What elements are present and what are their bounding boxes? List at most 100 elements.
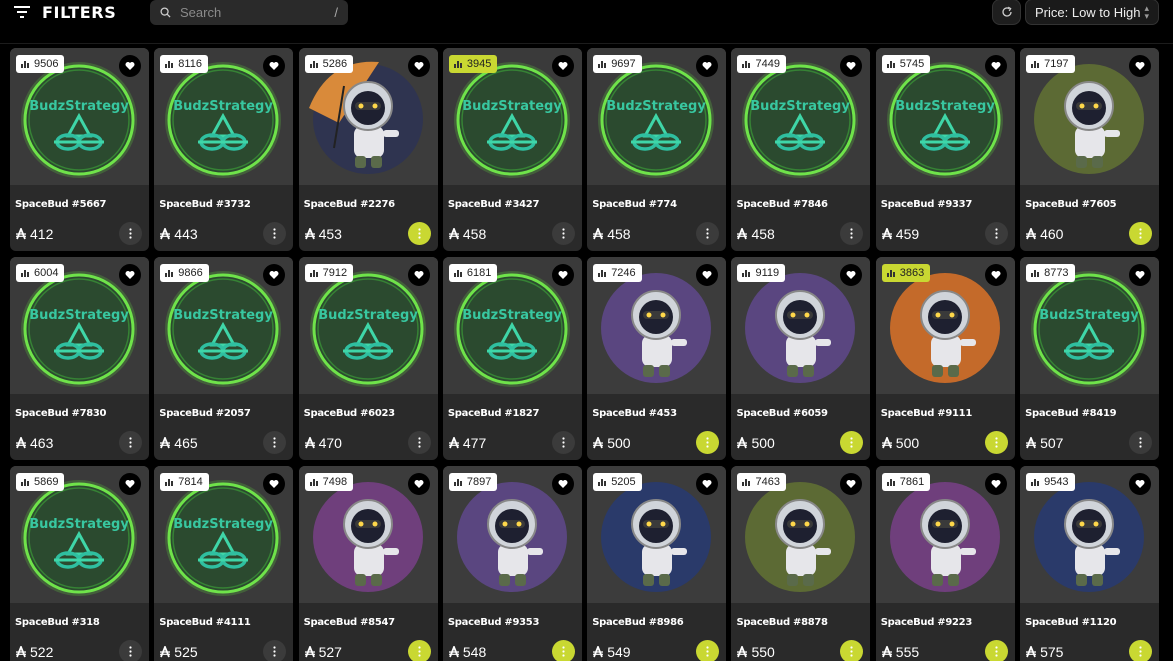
- more-vertical-icon: [706, 437, 709, 448]
- nft-card[interactable]: BudzStrategy 9866 SpaceBud #2057 465: [154, 257, 294, 460]
- nft-card[interactable]: 5286 SpaceBud #2276 453: [298, 48, 438, 251]
- nft-price-value: 477: [462, 435, 487, 451]
- nft-card[interactable]: 7197 SpaceBud #7605 460: [1020, 48, 1160, 251]
- nft-price-value: 527: [318, 644, 342, 660]
- more-options-button[interactable]: [696, 431, 720, 454]
- heart-icon: [991, 271, 1001, 279]
- bar-chart-icon: [1031, 61, 1040, 68]
- search-input[interactable]: [180, 5, 320, 20]
- nft-name: SpaceBud #3427: [447, 199, 540, 210]
- ada-icon: [1026, 437, 1037, 449]
- nft-card[interactable]: 7861 SpaceBud #9223 555: [875, 466, 1015, 661]
- favorite-button[interactable]: [551, 264, 574, 286]
- sort-dropdown[interactable]: Price: Low to High ▴ ▾: [1025, 0, 1159, 25]
- favorite-button[interactable]: [1129, 55, 1152, 77]
- rarity-rank-badge: 8116: [160, 55, 208, 73]
- more-options-button[interactable]: [1129, 222, 1153, 245]
- more-options-button[interactable]: [984, 222, 1008, 245]
- bar-chart-icon: [1031, 479, 1040, 486]
- svg-text:BudzStrategy: BudzStrategy: [462, 99, 562, 114]
- more-vertical-icon: [706, 646, 709, 657]
- bar-chart-icon: [309, 270, 318, 277]
- rarity-rank-value: 6181: [466, 267, 492, 279]
- more-options-button[interactable]: [263, 431, 287, 454]
- nft-card[interactable]: 5205 SpaceBud #8986 549: [587, 466, 727, 661]
- nft-card[interactable]: 3863 SpaceBud #9111 500: [875, 257, 1015, 460]
- rarity-rank-badge: 6004: [16, 264, 65, 282]
- nft-card[interactable]: 7897 SpaceBud #9353 548: [442, 466, 582, 661]
- rarity-rank-value: 9506: [34, 58, 59, 70]
- nft-card[interactable]: BudzStrategy 5745 SpaceBud #9337 459: [875, 48, 1015, 251]
- svg-text:BudzStrategy: BudzStrategy: [173, 517, 273, 532]
- more-options-button[interactable]: [407, 431, 431, 454]
- nft-grid: BudzStrategy 9506 SpaceBud #5667 412 Bud…: [10, 48, 1160, 661]
- more-options-button[interactable]: [119, 640, 142, 661]
- favorite-button[interactable]: [119, 473, 141, 495]
- favorite-button[interactable]: [119, 264, 141, 286]
- more-options-button[interactable]: [119, 222, 142, 245]
- nft-card[interactable]: 9543 SpaceBud #1120 575: [1020, 466, 1160, 661]
- nft-card[interactable]: BudzStrategy 7449 SpaceBud #7846 458: [731, 48, 871, 251]
- more-options-button[interactable]: [696, 640, 720, 661]
- bar-chart-icon: [453, 61, 462, 68]
- refresh-button[interactable]: [992, 0, 1021, 25]
- favorite-button[interactable]: [1129, 473, 1152, 495]
- heart-icon: [125, 480, 135, 488]
- more-options-button[interactable]: [407, 640, 431, 661]
- more-options-button[interactable]: [551, 222, 575, 245]
- search-bar[interactable]: /: [150, 0, 348, 25]
- more-options-button[interactable]: [119, 431, 142, 454]
- more-options-button[interactable]: [1129, 431, 1153, 454]
- favorite-button[interactable]: [984, 55, 1007, 77]
- bar-chart-icon: [886, 479, 895, 486]
- more-options-button[interactable]: [1129, 640, 1153, 661]
- filters-toggle[interactable]: FILTERS: [14, 1, 116, 23]
- nft-card[interactable]: BudzStrategy 6004 SpaceBud #7830 463: [10, 257, 149, 460]
- bar-chart-icon: [598, 270, 607, 277]
- nft-card[interactable]: 7498 SpaceBud #8547 527: [298, 466, 438, 661]
- favorite-button[interactable]: [551, 55, 574, 77]
- more-options-button[interactable]: [984, 431, 1008, 454]
- nft-card[interactable]: 7463 SpaceBud #8878 550: [731, 466, 871, 661]
- nft-card[interactable]: 7246 SpaceBud #453 500: [587, 257, 727, 460]
- more-options-button[interactable]: [696, 222, 720, 245]
- nft-card[interactable]: BudzStrategy 8116 SpaceBud #3732 443: [154, 48, 294, 251]
- svg-text:BudzStrategy: BudzStrategy: [29, 517, 129, 532]
- more-vertical-icon: [562, 228, 565, 239]
- more-options-button[interactable]: [551, 431, 575, 454]
- favorite-button[interactable]: [119, 55, 141, 77]
- nft-card[interactable]: BudzStrategy 7912 SpaceBud #6023 470: [298, 257, 438, 460]
- favorite-button[interactable]: [1129, 264, 1152, 286]
- more-options-button[interactable]: [551, 640, 575, 661]
- nft-price-value: 507: [1040, 435, 1064, 451]
- nft-card[interactable]: BudzStrategy 8773 SpaceBud #8419 507: [1020, 257, 1160, 460]
- rarity-rank-badge: 5286: [304, 55, 354, 73]
- nft-card[interactable]: BudzStrategy 9506 SpaceBud #5667 412: [10, 48, 149, 251]
- rarity-rank-badge: 9697: [593, 55, 642, 73]
- more-options-button[interactable]: [407, 222, 431, 245]
- nft-card[interactable]: BudzStrategy 7814 SpaceBud #4111 525: [154, 466, 294, 661]
- more-vertical-icon: [273, 437, 276, 448]
- bar-chart-icon: [165, 61, 174, 68]
- more-options-button[interactable]: [840, 431, 864, 454]
- rarity-rank-badge: 9119: [737, 264, 786, 282]
- bar-chart-icon: [598, 479, 607, 486]
- more-options-button[interactable]: [840, 222, 864, 245]
- nft-card[interactable]: BudzStrategy 9697 SpaceBud #774 458: [587, 48, 727, 251]
- more-options-button[interactable]: [263, 640, 287, 661]
- favorite-button[interactable]: [984, 264, 1007, 286]
- more-options-button[interactable]: [840, 640, 864, 661]
- favorite-button[interactable]: [407, 264, 430, 286]
- nft-card[interactable]: 9119 SpaceBud #6059 500: [731, 257, 871, 460]
- nft-card[interactable]: BudzStrategy 3945 SpaceBud #3427 458: [442, 48, 582, 251]
- ada-icon: [448, 437, 459, 449]
- favorite-button[interactable]: [551, 473, 574, 495]
- more-options-button[interactable]: [263, 222, 287, 245]
- favorite-button[interactable]: [407, 55, 430, 77]
- more-options-button[interactable]: [984, 640, 1008, 661]
- nft-card[interactable]: BudzStrategy 5869 SpaceBud #318 522: [10, 466, 149, 661]
- favorite-button[interactable]: [984, 473, 1007, 495]
- nft-price: 458: [448, 226, 486, 242]
- nft-card[interactable]: BudzStrategy 6181 SpaceBud #1827 477: [442, 257, 582, 460]
- favorite-button[interactable]: [407, 473, 430, 495]
